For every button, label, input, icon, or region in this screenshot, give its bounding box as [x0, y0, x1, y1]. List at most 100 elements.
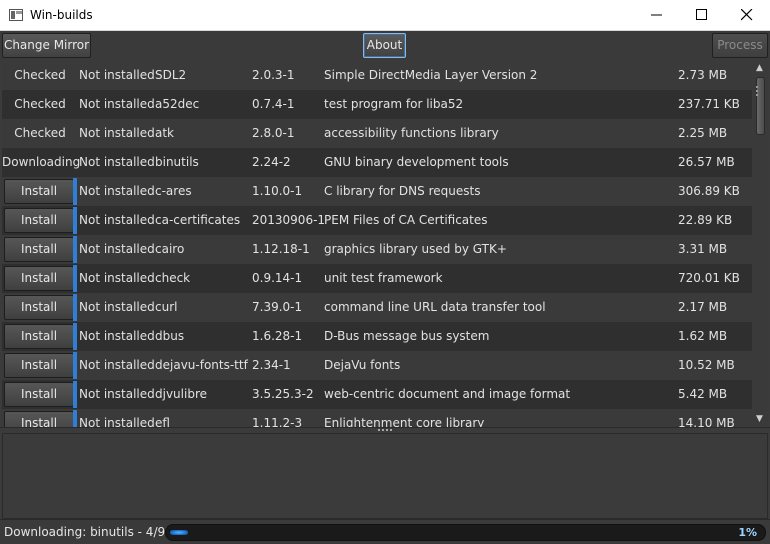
package-version: 2.8.0-1: [252, 126, 295, 140]
package-size: 3.31 MB: [678, 242, 728, 256]
install-button[interactable]: Install: [4, 295, 74, 320]
package-description: graphics library used by GTK+: [324, 242, 507, 256]
package-name: SDL2: [155, 68, 187, 82]
progress-fill: [170, 530, 188, 535]
package-version: 2.24-2: [252, 155, 291, 169]
about-button[interactable]: About: [363, 33, 406, 58]
progress-label: 1%: [738, 526, 757, 539]
package-status: Checked: [14, 97, 66, 111]
package-name: c-ares: [155, 184, 192, 198]
package-row[interactable]: Install Not installed ca-certificates 20130…: [2, 206, 752, 235]
title-bar: Win-builds: [0, 0, 770, 31]
package-row[interactable]: Install Not installed dejavu-fonts-ttf 2.34…: [2, 351, 752, 380]
package-install-state: Not installed: [79, 329, 155, 343]
window-title: Win-builds: [30, 8, 93, 22]
package-row[interactable]: Install Not installed efl 1.11.2-3 Enlighten…: [2, 409, 752, 427]
package-install-state: Not installed: [79, 213, 155, 227]
install-button[interactable]: Install: [4, 179, 74, 204]
package-name: check: [155, 271, 191, 285]
package-row[interactable]: Install Not installed curl 7.39.0-1 command …: [2, 293, 752, 322]
package-row[interactable]: Install Not installed djvulibre 3.5.25.3-2 w…: [2, 380, 752, 409]
package-size: 1.62 MB: [678, 329, 728, 343]
package-description: Enlightenment core library: [324, 416, 485, 427]
package-name: binutils: [155, 155, 199, 169]
package-size: 14.10 MB: [678, 416, 735, 427]
package-version: 0.7.4-1: [252, 97, 295, 111]
install-indicator: [73, 294, 77, 321]
maximize-icon: [696, 9, 707, 20]
package-version: 2.34-1: [252, 358, 291, 372]
install-button[interactable]: Install: [4, 353, 74, 378]
package-name: dejavu-fonts-ttf: [155, 358, 248, 372]
package-row[interactable]: Install Not installed cairo 1.12.18-1 graphi…: [2, 235, 752, 264]
log-area: [2, 433, 768, 519]
package-row[interactable]: Checked Not installed a52dec 0.7.4-1 test pr…: [2, 90, 752, 119]
package-row[interactable]: Downloading Not installed binutils 2.24-2 GN…: [2, 148, 752, 177]
install-button[interactable]: Install: [4, 324, 74, 349]
package-install-state: Not installed: [79, 242, 155, 256]
package-name: curl: [155, 300, 178, 314]
package-install-state: Not installed: [79, 126, 155, 140]
package-version: 1.10.0-1: [252, 184, 303, 198]
install-button[interactable]: Install: [4, 411, 74, 427]
install-indicator: [73, 236, 77, 263]
package-install-state: Not installed: [79, 97, 155, 111]
install-button[interactable]: Install: [4, 382, 74, 407]
package-row[interactable]: Checked Not installed atk 2.8.0-1 accessibil…: [2, 119, 752, 148]
scroll-up-arrow-icon[interactable]: ▲: [756, 63, 763, 73]
package-description: D-Bus message bus system: [324, 329, 490, 343]
package-version: 1.11.2-3: [252, 416, 303, 427]
package-list-scrollbar[interactable]: ▲ ▼: [753, 61, 768, 427]
install-button[interactable]: Install: [4, 208, 74, 233]
package-description: Simple DirectMedia Layer Version 2: [324, 68, 538, 82]
install-button[interactable]: Install: [4, 266, 74, 291]
package-description: test program for liba52: [324, 97, 464, 111]
install-indicator: [73, 323, 77, 350]
package-install-state: Not installed: [79, 358, 155, 372]
package-size: 237.71 KB: [678, 97, 740, 111]
package-name: atk: [155, 126, 175, 140]
install-indicator: [73, 207, 77, 234]
package-row[interactable]: Checked Not installed SDL2 2.0.3-1 Simple Di…: [2, 61, 752, 90]
package-install-state: Not installed: [79, 416, 155, 427]
package-name: efl: [155, 416, 170, 427]
package-size: 2.73 MB: [678, 68, 728, 82]
install-button[interactable]: Install: [4, 237, 74, 262]
package-description: accessibility functions library: [324, 126, 499, 140]
maximize-button[interactable]: [679, 0, 725, 30]
minimize-button[interactable]: [634, 0, 680, 30]
package-size: 2.17 MB: [678, 300, 728, 314]
package-list: Checked Not installed SDL2 2.0.3-1 Simple Di…: [2, 61, 752, 427]
app-icon: [9, 9, 23, 21]
package-install-state: Not installed: [79, 300, 155, 314]
package-size: 5.42 MB: [678, 387, 728, 401]
package-size: 720.01 KB: [678, 271, 740, 285]
package-name: ca-certificates: [155, 213, 241, 227]
scrollbar-grip: [756, 86, 758, 96]
package-version: 0.9.14-1: [252, 271, 303, 285]
process-button[interactable]: Process: [712, 33, 768, 58]
package-name: a52dec: [155, 97, 200, 111]
package-description: unit test framework: [324, 271, 443, 285]
package-description: command line URL data transfer tool: [324, 300, 546, 314]
package-row[interactable]: Install Not installed check 0.9.14-1 unit te…: [2, 264, 752, 293]
install-indicator: [73, 381, 77, 408]
package-size: 26.57 MB: [678, 155, 735, 169]
package-status: Checked: [14, 68, 66, 82]
package-name: dbus: [155, 329, 185, 343]
package-row[interactable]: Install Not installed c-ares 1.10.0-1 C libr…: [2, 177, 752, 206]
package-row[interactable]: Install Not installed dbus 1.6.28-1 D-Bus me…: [2, 322, 752, 351]
package-install-state: Not installed: [79, 155, 155, 169]
package-version: 3.5.25.3-2: [252, 387, 314, 401]
change-mirror-button[interactable]: Change Mirror: [2, 33, 91, 58]
package-install-state: Not installed: [79, 271, 155, 285]
package-version: 2.0.3-1: [252, 68, 295, 82]
package-name: djvulibre: [155, 387, 207, 401]
close-button[interactable]: [724, 0, 770, 30]
scroll-down-arrow-icon[interactable]: ▼: [756, 414, 763, 424]
package-size: 22.89 KB: [678, 213, 733, 227]
install-indicator: [73, 352, 77, 379]
install-indicator: [73, 410, 77, 427]
splitter-grip: [378, 429, 392, 432]
package-description: C library for DNS requests: [324, 184, 481, 198]
